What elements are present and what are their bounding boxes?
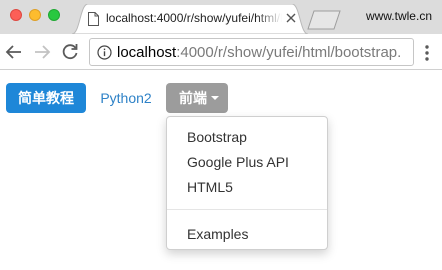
dropdown-toggle-button[interactable]: 前端 [166,83,228,113]
close-tab-icon[interactable] [286,13,296,23]
dropdown-menu: Bootstrap Google Plus API HTML5 Examples [166,116,328,250]
browser-tab-strip: localhost:4000/r/show/yufei/html/bootstr… [0,0,442,34]
dropdown-item-examples[interactable]: Examples [167,221,327,247]
reload-icon[interactable] [60,42,80,62]
info-icon[interactable] [97,45,112,60]
url-path: :4000/r/show/yufei/html/bootstrap... [176,44,402,61]
minimize-window-button[interactable] [29,9,41,21]
browser-tab-active[interactable]: localhost:4000/r/show/yufei/html/bootstr… [72,4,308,34]
back-arrow-icon[interactable] [4,42,24,62]
dropdown-item-google-plus-api[interactable]: Google Plus API [167,149,327,175]
dropdown-toggle-label: 前端 [179,90,207,106]
close-window-button[interactable] [10,9,22,21]
dropdown-item-bootstrap[interactable]: Bootstrap [167,124,327,150]
address-bar[interactable]: localhost:4000/r/show/yufei/html/bootstr… [89,38,414,66]
maximize-window-button[interactable] [48,9,60,21]
dropdown-item-html5[interactable]: HTML5 [167,174,327,200]
new-tab-button[interactable] [306,10,342,30]
url-text[interactable]: localhost:4000/r/show/yufei/html/bootstr… [117,44,402,61]
nav-pill-active[interactable]: 简单教程 [6,83,86,113]
caret-down-icon [211,96,219,100]
more-menu-icon[interactable] [417,43,437,63]
dropdown-divider [167,209,327,210]
browser-toolbar: localhost:4000/r/show/yufei/html/bootstr… [0,34,442,70]
url-host: localhost [117,44,177,61]
forward-arrow-icon[interactable] [32,42,52,62]
page-icon [88,12,99,26]
nav-pill-link-python2[interactable]: Python2 [94,83,158,113]
tab-title: localhost:4000/r/show/yufei/html/bootstr… [106,11,282,25]
site-label: www.twle.cn [365,9,432,23]
